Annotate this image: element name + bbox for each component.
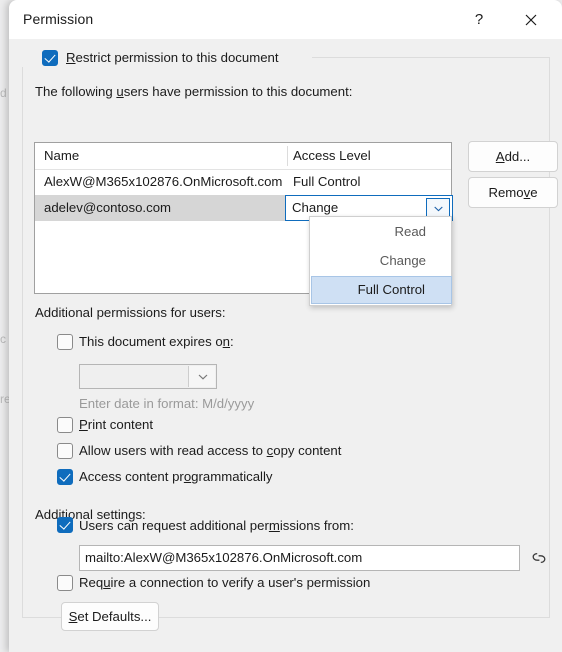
dropdown-option-read[interactable]: Read (311, 218, 452, 246)
require-connection-checkbox[interactable] (57, 575, 73, 591)
expires-label: This document expires on: (79, 334, 234, 349)
remove-button[interactable]: Remove (468, 177, 558, 208)
row-name: adelev@contoso.com (44, 200, 172, 215)
add-button-accel: A (495, 149, 505, 164)
expires-checkbox[interactable] (57, 334, 73, 350)
add-button-text: dd... (504, 149, 531, 164)
print-content-label: Print content (79, 417, 153, 432)
chevron-down-icon (434, 206, 443, 211)
require-connection-accel: u (103, 575, 111, 590)
set-defaults-text: et Defaults... (77, 609, 152, 624)
expires-label-post: : (230, 334, 234, 349)
expires-label-accel: n (222, 334, 231, 349)
expiration-date-combobox[interactable] (79, 364, 217, 389)
copy-content-post: opy content (273, 443, 342, 458)
background-text-fragment: d (0, 86, 7, 100)
request-permissions-post: issions from: (279, 518, 354, 533)
additional-permissions-caption: Additional permissions for users: (35, 305, 226, 320)
programmatic-access-checkbox[interactable] (57, 469, 73, 485)
help-button[interactable]: ? (456, 0, 502, 39)
expires-label-pre: This document expires o (79, 334, 223, 349)
column-divider (287, 146, 288, 166)
dropdown-option-change[interactable]: Change (311, 247, 452, 275)
dialog-titlebar: Permission ? (9, 0, 562, 40)
add-button[interactable]: Add... (468, 141, 558, 172)
permission-dialog: Permission ? Restrict permission to this… (9, 0, 562, 652)
print-content-checkbox[interactable] (57, 417, 73, 433)
restrict-permission-label: Restrict permission to this document (66, 50, 279, 65)
question-mark-icon: ? (474, 11, 484, 28)
programmatic-access-post: grammatically (191, 469, 273, 484)
row-name: AlexW@M365x102876.OnMicrosoft.com (44, 174, 283, 189)
request-permissions-checkbox[interactable] (57, 517, 73, 533)
copy-content-pre: Allow users with read access to (79, 443, 267, 458)
request-permissions-pre: Users can request additional per (79, 518, 269, 533)
print-content-text: rint content (87, 417, 154, 432)
users-caption-pre: The following (35, 84, 117, 99)
users-caption: The following users have permission to t… (35, 84, 352, 99)
require-connection-post: ire a connection to verify a user's perm… (110, 575, 371, 590)
request-permissions-email-input[interactable]: mailto:AlexW@M365x102876.OnMicrosoft.com (79, 545, 520, 571)
programmatic-access-pre: Access content pr (79, 469, 184, 484)
restrict-permission-text: estrict permission to this document (75, 50, 279, 65)
programmatic-access-label: Access content programmatically (79, 469, 273, 484)
column-header-access-level: Access Level (293, 148, 371, 163)
require-connection-pre: Req (79, 575, 104, 590)
set-defaults-button[interactable]: Set Defaults... (61, 602, 159, 631)
access-level-dropdown-list[interactable]: Read Change Full Control (309, 216, 452, 306)
remove-button-pre: Remo (488, 185, 524, 200)
column-header-name: Name (44, 148, 80, 163)
dialog-body: Restrict permission to this document The… (9, 39, 562, 652)
print-content-accel: P (79, 417, 88, 432)
access-level-value: Change (292, 200, 339, 215)
table-row[interactable]: AlexW@M365x102876.OnMicrosoft.com Full C… (35, 169, 451, 195)
screen: d c re Permission ? Restrict permission (0, 0, 562, 652)
copy-content-checkbox[interactable] (57, 443, 73, 459)
listview-header: Name Access Level (35, 143, 451, 170)
remove-button-post: e (530, 185, 538, 200)
date-format-hint: Enter date in format: M/d/yyyy (79, 396, 255, 411)
request-permissions-accel: m (268, 518, 280, 533)
access-level-dropdown-button[interactable] (426, 198, 450, 218)
close-button[interactable] (508, 0, 554, 39)
chain-link-icon[interactable] (528, 547, 550, 569)
dropdown-option-full-control[interactable]: Full Control (311, 276, 452, 304)
restrict-permission-checkbox[interactable] (42, 50, 58, 66)
dialog-title: Permission (23, 11, 94, 27)
close-icon (525, 14, 537, 26)
request-permissions-email-value: mailto:AlexW@M365x102876.OnMicrosoft.com (85, 550, 363, 565)
users-caption-post: sers have permission to this document: (123, 84, 353, 99)
copy-content-label: Allow users with read access to copy con… (79, 443, 341, 458)
request-permissions-label: Users can request additional permissions… (79, 518, 354, 533)
chevron-down-icon (198, 374, 208, 380)
users-caption-accel: u (116, 84, 124, 99)
require-connection-label: Require a connection to verify a user's … (79, 575, 370, 590)
expiration-date-dropdown-button[interactable] (188, 366, 215, 387)
restrict-permission-accel: R (66, 50, 76, 65)
row-access-level: Full Control (293, 174, 361, 189)
background-text-fragment: c (0, 332, 6, 346)
